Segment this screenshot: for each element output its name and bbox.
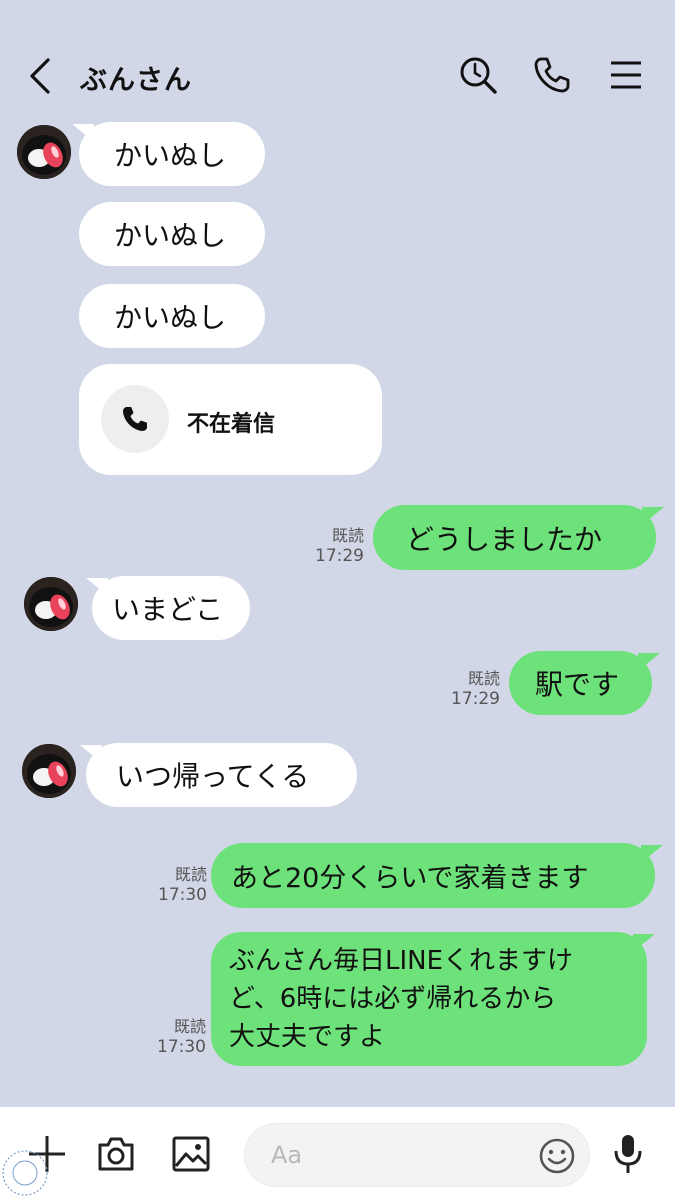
- message-time: 17:30: [158, 885, 207, 905]
- chat-header: ぶんさん: [0, 0, 675, 110]
- message-bubble-outgoing[interactable]: あと20分くらいで家着きます: [211, 843, 655, 908]
- missed-call-label: 不在着信: [187, 412, 276, 437]
- microphone-icon[interactable]: [611, 1133, 645, 1175]
- message-time: 17:29: [315, 546, 364, 566]
- message-bubble-outgoing[interactable]: 駅です: [509, 651, 652, 715]
- message-time: 17:29: [451, 689, 500, 709]
- message-input[interactable]: Aa: [244, 1123, 590, 1187]
- message-text: いつ帰ってくる: [116, 760, 310, 793]
- message-time: 17:30: [157, 1037, 206, 1057]
- read-receipt: 既読: [173, 1017, 206, 1036]
- message-text: かいぬし: [114, 139, 227, 172]
- sparrow-avatar-icon: [17, 125, 71, 179]
- hamburger-menu-icon[interactable]: [606, 55, 646, 95]
- contact-avatar[interactable]: [17, 125, 71, 179]
- read-receipt: 既読: [174, 865, 207, 884]
- message-text: あと20分くらいで家着きます: [231, 863, 589, 894]
- message-bubble-incoming[interactable]: かいぬし: [79, 284, 265, 348]
- message-text: 駅です: [535, 668, 620, 701]
- message-bubble-incoming[interactable]: いまどこ: [92, 576, 250, 640]
- message-text: かいぬし: [114, 219, 227, 252]
- back-chevron-icon[interactable]: [22, 56, 58, 96]
- camera-icon[interactable]: [96, 1135, 136, 1173]
- message-bubble-incoming[interactable]: いつ帰ってくる: [86, 743, 357, 807]
- message-text: ぶんさん毎日LINEくれますけ ど、6時には必ず帰れるから 大丈夫ですよ: [229, 942, 573, 1056]
- bubble-tail: [638, 653, 660, 671]
- bubble-tail: [633, 934, 655, 952]
- message-bubble-incoming[interactable]: かいぬし: [79, 122, 265, 186]
- bubble-tail: [642, 507, 664, 525]
- message-meta: 既読 17:29: [300, 525, 364, 567]
- phone-icon[interactable]: [532, 55, 572, 95]
- contact-avatar[interactable]: [22, 744, 76, 798]
- input-placeholder: Aa: [271, 1141, 303, 1169]
- read-receipt: 既読: [331, 526, 364, 545]
- message-bubble-outgoing[interactable]: どうしましたか: [373, 505, 656, 570]
- search-icon[interactable]: [458, 55, 498, 95]
- message-line: 大丈夫ですよ: [229, 1022, 386, 1052]
- bubble-tail: [641, 845, 663, 863]
- call-icon-circle: [101, 385, 169, 453]
- emoji-icon[interactable]: [538, 1137, 576, 1175]
- message-text: どうしましたか: [406, 522, 603, 556]
- missed-call-card[interactable]: 不在着信: [79, 364, 382, 475]
- sparrow-avatar-icon: [22, 744, 76, 798]
- message-line: ど、6時には必ず帰れるから: [229, 984, 557, 1014]
- message-line: ぶんさん毎日LINEくれますけ: [229, 946, 574, 976]
- watermark-stamp-icon: [2, 1150, 48, 1196]
- read-receipt: 既読: [467, 669, 500, 688]
- image-icon[interactable]: [172, 1136, 210, 1172]
- message-meta: 既読 17:30: [142, 1016, 206, 1058]
- message-meta: 既読 17:29: [436, 668, 500, 710]
- phone-icon: [123, 407, 147, 431]
- message-bubble-incoming[interactable]: かいぬし: [79, 202, 265, 266]
- message-text: いまどこ: [112, 593, 224, 626]
- contact-avatar[interactable]: [24, 577, 78, 631]
- message-meta: 既読 17:30: [143, 864, 207, 906]
- composer-bar: Aa: [0, 1107, 675, 1200]
- message-text: かいぬし: [114, 301, 227, 334]
- message-bubble-outgoing[interactable]: ぶんさん毎日LINEくれますけ ど、6時には必ず帰れるから 大丈夫ですよ: [211, 932, 647, 1066]
- chat-title: ぶんさん: [80, 65, 192, 96]
- sparrow-avatar-icon: [24, 577, 78, 631]
